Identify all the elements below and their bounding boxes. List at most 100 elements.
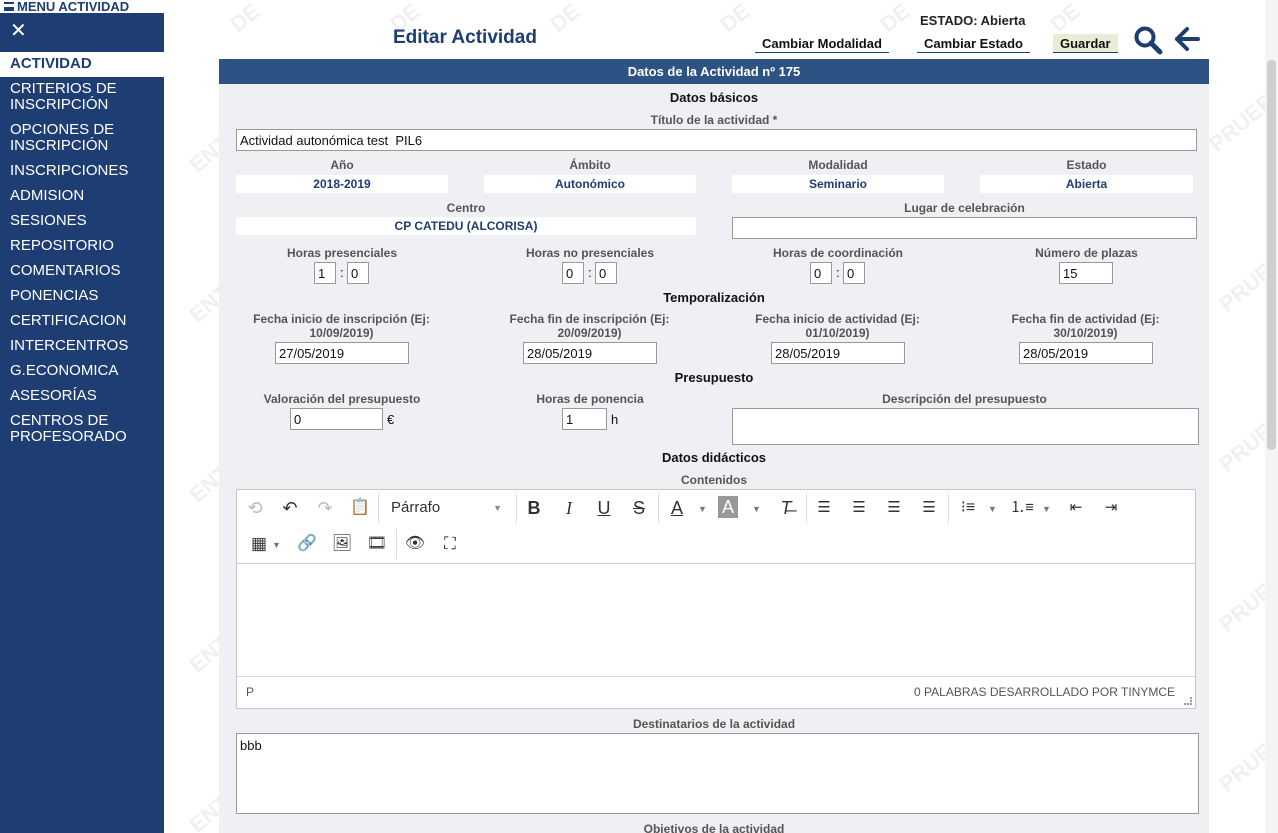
bullet-list-icon[interactable]: ⁝≡ — [954, 494, 982, 522]
sidebar-item-0[interactable]: ACTIVIDAD — [0, 52, 164, 77]
format-select[interactable]: Párrafo ▼ — [384, 494, 512, 522]
sidebar-item-6[interactable]: REPOSITORIO — [0, 234, 164, 259]
watermark-text: DE — [715, 0, 755, 38]
watermark-text: DE — [225, 0, 265, 38]
section-title-budget: Presupuesto — [674, 370, 754, 385]
resize-handle-icon[interactable] — [1184, 697, 1192, 705]
enroll-end-label: Fecha fin de inscripción (Ej: 20/09/2019… — [509, 312, 670, 340]
redo-icon[interactable]: ↷ — [311, 494, 339, 522]
recipients-label: Destinatarios de la actividad — [632, 717, 796, 731]
enroll-end-input[interactable] — [523, 342, 657, 364]
coordination-minutes-input[interactable] — [843, 262, 865, 284]
chevron-down-icon[interactable]: ▼ — [1042, 504, 1051, 514]
watermark-text: DE — [875, 0, 915, 38]
text-color-icon[interactable]: A — [663, 494, 691, 522]
fullscreen-icon[interactable]: ⛶ — [436, 530, 464, 558]
sidebar-item-3[interactable]: INSCRIPCIONES — [0, 159, 164, 184]
sidebar-item-9[interactable]: CERTIFICACION — [0, 309, 164, 334]
hamburger-icon — [4, 2, 14, 11]
talk-hours-input[interactable] — [562, 408, 607, 430]
undo-icon[interactable]: ↶ — [276, 494, 304, 522]
align-center-icon[interactable]: ☰ — [845, 494, 873, 522]
sidebar-item-5[interactable]: SESIONES — [0, 209, 164, 234]
link-icon[interactable]: 🔗 — [293, 530, 321, 558]
contents-label: Contenidos — [681, 473, 747, 487]
onsite-hours-label: Horas presenciales — [286, 246, 398, 260]
image-icon[interactable]: 🖼 — [328, 530, 356, 558]
sidebar-item-7[interactable]: COMENTARIOS — [0, 259, 164, 284]
background-color-icon[interactable]: A — [718, 496, 738, 518]
sidebar-item-2[interactable]: OPCIONES DE INSCRIPCIÓN — [0, 118, 164, 159]
sidebar-item-1[interactable]: CRITERIOS DE INSCRIPCIÓN — [0, 77, 164, 118]
time-separator: : — [588, 265, 592, 280]
sidebar-item-10[interactable]: INTERCENTROS — [0, 334, 164, 359]
budget-description-input[interactable] — [732, 408, 1199, 445]
close-icon[interactable]: ✕ — [10, 20, 27, 42]
menu-header[interactable]: MENU ACTIVIDAD — [0, 0, 164, 13]
sidebar-item-4[interactable]: ADMISION — [0, 184, 164, 209]
outdent-icon[interactable]: ⇤ — [1062, 494, 1090, 522]
history-icon[interactable]: ⟲ — [241, 494, 269, 522]
clear-formatting-icon[interactable]: T̶ — [772, 494, 800, 522]
editor-content-area[interactable] — [237, 565, 1195, 675]
align-left-icon[interactable]: ☰ — [810, 494, 838, 522]
coordination-hours-input[interactable] — [810, 262, 832, 284]
page-title: Editar Actividad — [393, 27, 537, 48]
budget-value-input[interactable] — [290, 408, 383, 430]
underline-icon[interactable]: U — [590, 494, 618, 522]
modality-label: Modalidad — [808, 158, 868, 172]
modality-value: Seminario — [732, 175, 944, 193]
onsite-minutes-input[interactable] — [347, 262, 369, 284]
chevron-down-icon[interactable]: ▼ — [988, 504, 997, 514]
preview-icon[interactable]: 👁 — [401, 530, 429, 558]
paste-icon[interactable]: 📋 — [346, 494, 374, 522]
year-label: Año — [330, 158, 354, 172]
chevron-down-icon[interactable]: ▼ — [698, 504, 707, 514]
sidebar-item-8[interactable]: PONENCIAS — [0, 284, 164, 309]
scrollbar-thumb[interactable] — [1267, 60, 1276, 450]
activity-end-input[interactable] — [1019, 342, 1153, 364]
align-justify-icon[interactable]: ☰ — [915, 494, 943, 522]
activity-end-label: Fecha fin de actividad (Ej: 30/10/2019) — [1011, 312, 1160, 340]
editor-word-count: 0 PALABRAS DESARROLLADO POR TINYMCE — [914, 685, 1175, 699]
change-modality-button[interactable]: Cambiar Modalidad — [755, 34, 889, 53]
change-status-button[interactable]: Cambiar Estado — [917, 34, 1030, 53]
objectives-label: Objetivos de la actividad — [643, 822, 785, 833]
arrow-left-icon[interactable] — [1173, 24, 1201, 54]
venue-input[interactable] — [732, 217, 1197, 239]
talk-hours-label: Horas de ponencia — [536, 392, 644, 406]
offsite-minutes-input[interactable] — [595, 262, 617, 284]
numbered-list-icon[interactable]: ⒈≡ — [1008, 494, 1036, 522]
editor-element-path[interactable]: P — [246, 685, 254, 699]
activity-start-input[interactable] — [771, 342, 905, 364]
search-icon[interactable] — [1133, 25, 1163, 55]
onsite-hours-input[interactable] — [314, 262, 336, 284]
sidebar-item-13[interactable]: CENTROS DE PROFESORADO — [0, 409, 164, 450]
sidebar-item-12[interactable]: ASESORÍAS — [0, 384, 164, 409]
chevron-down-icon[interactable]: ▼ — [272, 540, 281, 550]
sidebar-item-11[interactable]: G.ECONOMICA — [0, 359, 164, 384]
seats-input[interactable] — [1059, 262, 1113, 284]
align-right-icon[interactable]: ☰ — [880, 494, 908, 522]
save-button[interactable]: Guardar — [1053, 34, 1118, 53]
strikethrough-icon[interactable]: S — [625, 494, 653, 522]
time-separator: : — [836, 265, 840, 280]
menu-title: MENU ACTIVIDAD — [17, 0, 130, 13]
italic-icon[interactable]: I — [555, 494, 583, 522]
chevron-down-icon[interactable]: ▼ — [752, 504, 761, 514]
enroll-start-input[interactable] — [275, 342, 409, 364]
editor-statusbar: P 0 PALABRAS DESARROLLADO POR TINYMCE — [237, 676, 1195, 708]
offsite-hours-input[interactable] — [562, 262, 584, 284]
indent-icon[interactable]: ⇥ — [1097, 494, 1125, 522]
budget-description-label: Descripción del presupuesto — [882, 392, 1047, 406]
enroll-start-label: Fecha inicio de inscripción (Ej: 10/09/2… — [253, 312, 430, 340]
page-scrollbar[interactable] — [1265, 0, 1278, 833]
state-value: Abierta — [980, 175, 1193, 193]
media-icon[interactable]: 🎞 — [363, 530, 391, 558]
center-value: CP CATEDU (ALCORISA) — [236, 217, 696, 235]
table-icon[interactable]: ▦ — [245, 530, 273, 558]
section-title-basic: Datos básicos — [669, 90, 759, 105]
title-input[interactable] — [236, 129, 1197, 151]
recipients-input[interactable]: bbb — [236, 733, 1199, 814]
bold-icon[interactable]: B — [520, 494, 548, 522]
